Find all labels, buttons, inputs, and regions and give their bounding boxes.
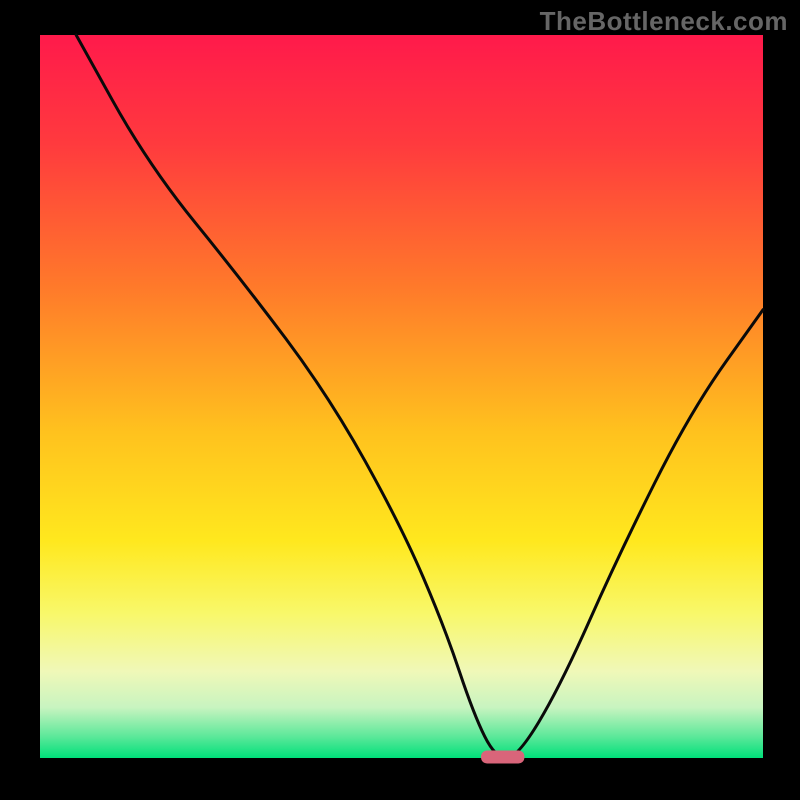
plot-background xyxy=(40,35,763,758)
optimal-marker xyxy=(481,751,524,764)
chart-svg xyxy=(0,0,800,800)
watermark-text: TheBottleneck.com xyxy=(540,6,788,37)
chart-frame: { "watermark": "TheBottleneck.com", "cha… xyxy=(0,0,800,800)
